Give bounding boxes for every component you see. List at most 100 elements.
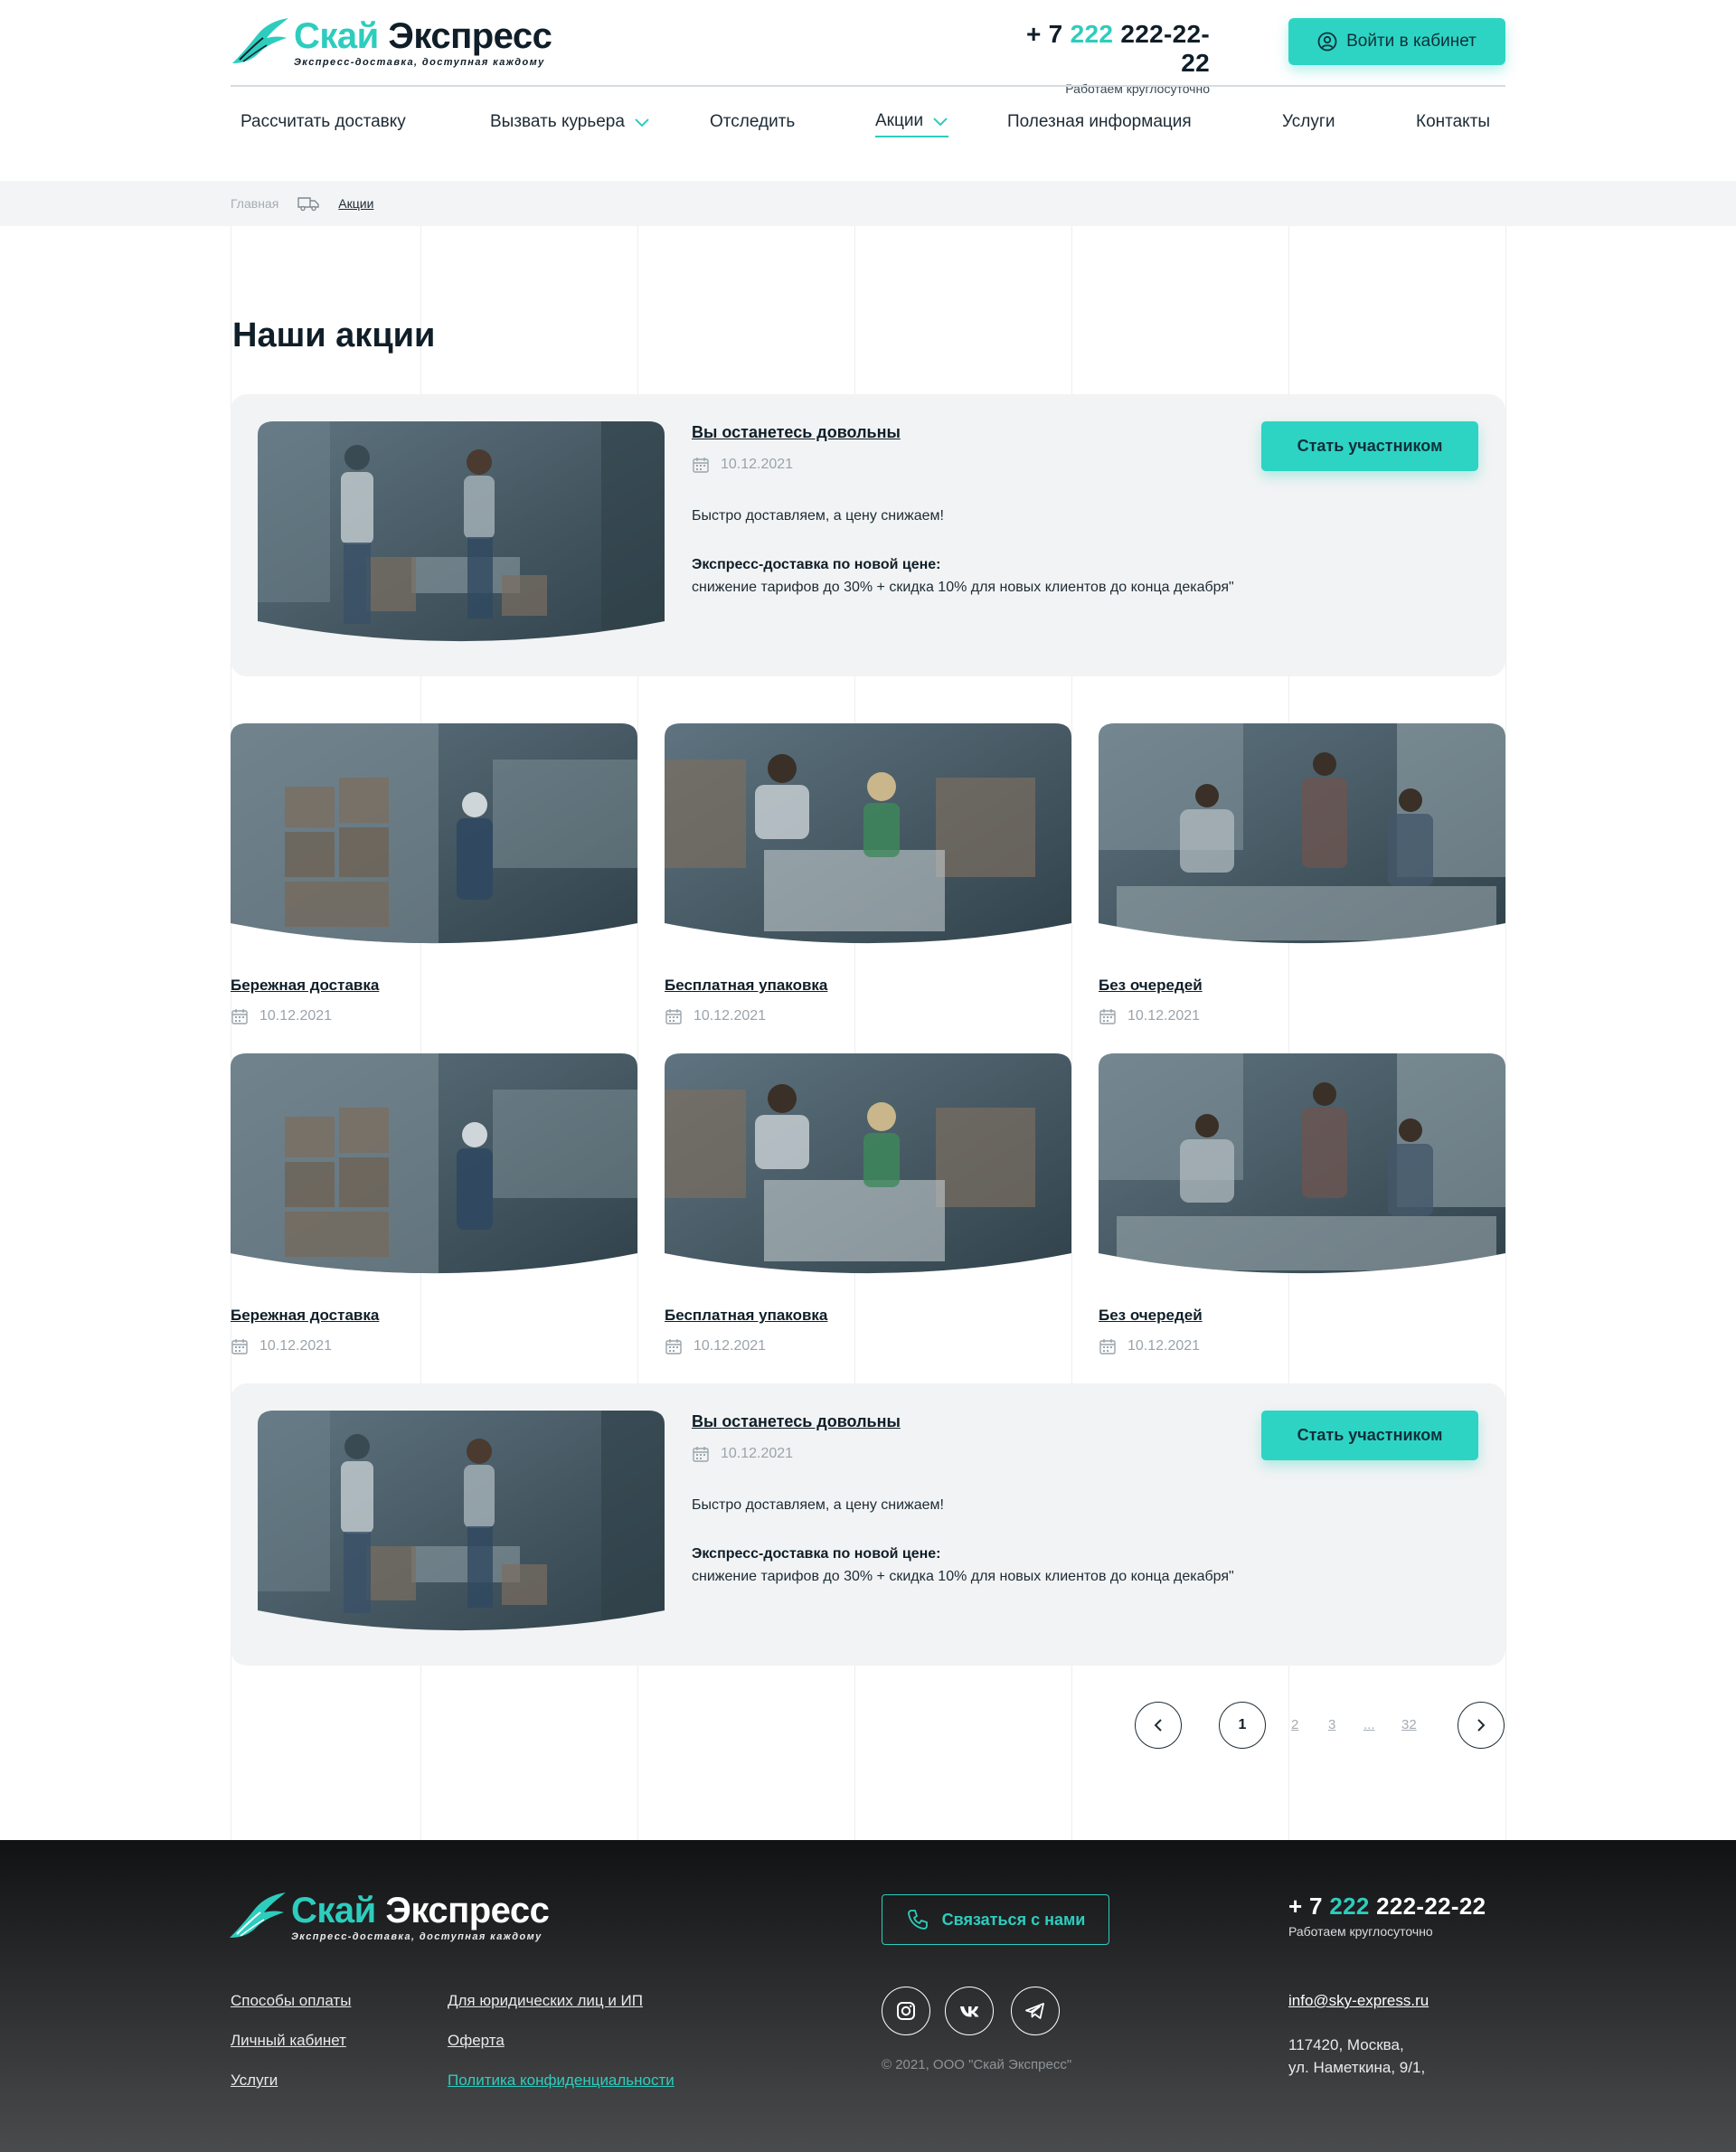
footer-link-offer[interactable]: Оферта: [448, 2032, 505, 2050]
promo-description: снижение тарифов до 30% + скидка 10% для…: [692, 1569, 1234, 1584]
promo-card-date: 10.12.2021: [1099, 1007, 1505, 1025]
join-promo-button[interactable]: Стать участником: [1261, 1411, 1478, 1460]
nav-item-useful-info[interactable]: Полезная информация: [1007, 107, 1192, 137]
pagination-current-page[interactable]: 1: [1219, 1702, 1266, 1749]
address-line: 117420, Москва,: [1288, 2036, 1404, 2053]
breadcrumb-current[interactable]: Акции: [338, 196, 373, 211]
promo-card[interactable]: Без очередей 10.12.2021: [1099, 1053, 1505, 1355]
promo-photo-office-team: [1099, 723, 1505, 944]
copyright: © 2021, ООО "Скай Экспресс": [882, 2057, 1072, 2072]
promo-card-title[interactable]: Бесплатная упаковка: [665, 1307, 1071, 1325]
phone-note: Работаем круглосуточно: [1288, 1924, 1433, 1939]
truck-icon: [297, 197, 319, 212]
promo-lead: Быстро доставляем, а цену снижаем!: [692, 508, 944, 524]
calendar-icon: [231, 1009, 248, 1024]
pagination-next-button[interactable]: [1458, 1702, 1505, 1749]
vk-link[interactable]: [945, 1987, 994, 2035]
promo-card-date-text: 10.12.2021: [259, 1338, 333, 1354]
join-promo-button[interactable]: Стать участником: [1261, 421, 1478, 471]
nav-item-label: Полезная информация: [1007, 112, 1192, 131]
nav-item-label: Акции: [875, 111, 924, 130]
footer-logo[interactable]: Скай Экспресс Экспресс-доставка, доступн…: [228, 1891, 550, 1943]
brand-name-part2: Экспресс: [385, 1891, 550, 1930]
pagination-page-link[interactable]: 32: [1401, 1717, 1417, 1732]
promo-subheading: Экспресс-доставка по новой цене:: [692, 1546, 941, 1562]
login-button[interactable]: Войти в кабинет: [1288, 18, 1505, 65]
promo-card-date: 10.12.2021: [665, 1337, 1071, 1355]
promo-card-date: 10.12.2021: [665, 1007, 1071, 1025]
pagination-prev-button[interactable]: [1135, 1702, 1182, 1749]
chevron-left-icon: [1154, 1719, 1162, 1732]
brand-name-part1: Скай: [294, 16, 379, 56]
promo-card-date-text: 10.12.2021: [693, 1338, 767, 1354]
promo-title-link[interactable]: Вы останетесь довольны: [692, 1412, 901, 1431]
promo-photo-van-loading: [231, 723, 637, 944]
logo[interactable]: Скай Экспресс Экспресс-доставка, доступн…: [231, 16, 552, 69]
footer-email-link[interactable]: info@sky-express.ru: [1288, 1992, 1429, 2010]
promo-card[interactable]: Бесплатная упаковка 10.12.2021: [665, 1053, 1071, 1355]
contact-us-label: Связаться с нами: [941, 1910, 1086, 1929]
telegram-link[interactable]: [1011, 1987, 1060, 2035]
nav-item-label: Вызвать курьера: [490, 112, 625, 131]
phone-note: Работаем круглосуточно: [1065, 81, 1210, 96]
promo-card-title[interactable]: Бесплатная упаковка: [665, 977, 1071, 995]
footer-link-services[interactable]: Услуги: [231, 2072, 278, 2090]
promo-card[interactable]: Без очередей 10.12.2021: [1099, 723, 1505, 1025]
phone-number: 222-22-22: [1120, 20, 1210, 77]
pagination-page-link[interactable]: 2: [1291, 1717, 1298, 1732]
promo-card-date-text: 10.12.2021: [693, 1008, 767, 1024]
nav-item-courier[interactable]: Вызвать курьера: [490, 107, 650, 137]
promo-card[interactable]: Бесплатная упаковка 10.12.2021: [665, 723, 1071, 1025]
chevron-down-icon: [635, 118, 649, 127]
promo-card-date: 10.12.2021: [1099, 1337, 1505, 1355]
featured-promo-card: Вы останетесь довольны 10.12.2021 Быстро…: [231, 394, 1505, 676]
footer-phone[interactable]: + 7 222 222-22-22: [1288, 1892, 1486, 1921]
footer-phone-block: + 7 222 222-22-22 Работаем круглосуточно: [1288, 1892, 1486, 1939]
promo-card-date-text: 10.12.2021: [259, 1008, 333, 1024]
nav-item-contacts[interactable]: Контакты: [1416, 107, 1490, 137]
footer-link-legal[interactable]: Для юридических лиц и ИП: [448, 1992, 643, 2010]
telegram-icon: [1025, 2003, 1044, 2019]
nav-item-promotions[interactable]: Акции: [875, 107, 949, 137]
footer-brand-name: Скай Экспресс: [291, 1891, 550, 1930]
calendar-icon: [665, 1009, 682, 1024]
promo-date: 10.12.2021: [692, 1445, 793, 1463]
promo-card[interactable]: Бережная доставка 10.12.2021: [231, 723, 637, 1025]
pagination-page-link[interactable]: 3: [1328, 1717, 1335, 1732]
promo-card-title[interactable]: Бережная доставка: [231, 977, 637, 995]
promo-title-link[interactable]: Вы останетесь довольны: [692, 423, 901, 442]
header-divider: [231, 85, 1505, 87]
user-icon: [1317, 32, 1337, 52]
promo-subheading: Экспресс-доставка по новой цене:: [692, 557, 941, 572]
promo-date: 10.12.2021: [692, 456, 793, 474]
footer-link-payment[interactable]: Способы оплаты: [231, 1992, 351, 2010]
chevron-right-icon: [1477, 1719, 1486, 1732]
site-header: Скай Экспресс Экспресс-доставка, доступн…: [231, 0, 1505, 181]
promo-card-title[interactable]: Без очередей: [1099, 1307, 1505, 1325]
address-line: ул. Наметкина, 9/1,: [1288, 2059, 1426, 2076]
footer-link-account[interactable]: Личный кабинет: [231, 2032, 346, 2050]
phone-number: 222-22-22: [1376, 1892, 1486, 1920]
instagram-link[interactable]: [882, 1987, 930, 2035]
nav-item-track[interactable]: Отследить: [710, 107, 795, 137]
contact-us-button[interactable]: Связаться с нами: [882, 1894, 1109, 1945]
calendar-icon: [693, 1447, 709, 1462]
nav-item-services[interactable]: Услуги: [1282, 107, 1335, 137]
phone-prefix: + 7: [1288, 1892, 1323, 1920]
header-phone[interactable]: + 7 222 222-22-22: [1002, 20, 1210, 78]
swallow-logo-icon: [230, 1892, 286, 1938]
nav-item-calculate[interactable]: Рассчитать доставку: [241, 107, 406, 137]
footer-link-privacy[interactable]: Политика конфиденциальности: [448, 2072, 675, 2090]
promo-card-title[interactable]: Бережная доставка: [231, 1307, 637, 1325]
promo-photo-packing: [665, 1053, 1071, 1274]
promo-photo-couple-moving: [258, 421, 665, 642]
footer-address: 117420, Москва, ул. Наметкина, 9/1,: [1288, 2034, 1425, 2079]
promo-card-title[interactable]: Без очередей: [1099, 977, 1505, 995]
promo-date-text: 10.12.2021: [721, 1446, 794, 1461]
site-footer: Скай Экспресс Экспресс-доставка, доступн…: [0, 1840, 1736, 2152]
promo-card[interactable]: Бережная доставка 10.12.2021: [231, 1053, 637, 1355]
breadcrumb-home[interactable]: Главная: [231, 196, 278, 211]
page-title: Наши акции: [232, 316, 436, 354]
promo-description: снижение тарифов до 30% + скидка 10% для…: [692, 580, 1234, 595]
brand-name-part2: Экспресс: [388, 16, 552, 56]
